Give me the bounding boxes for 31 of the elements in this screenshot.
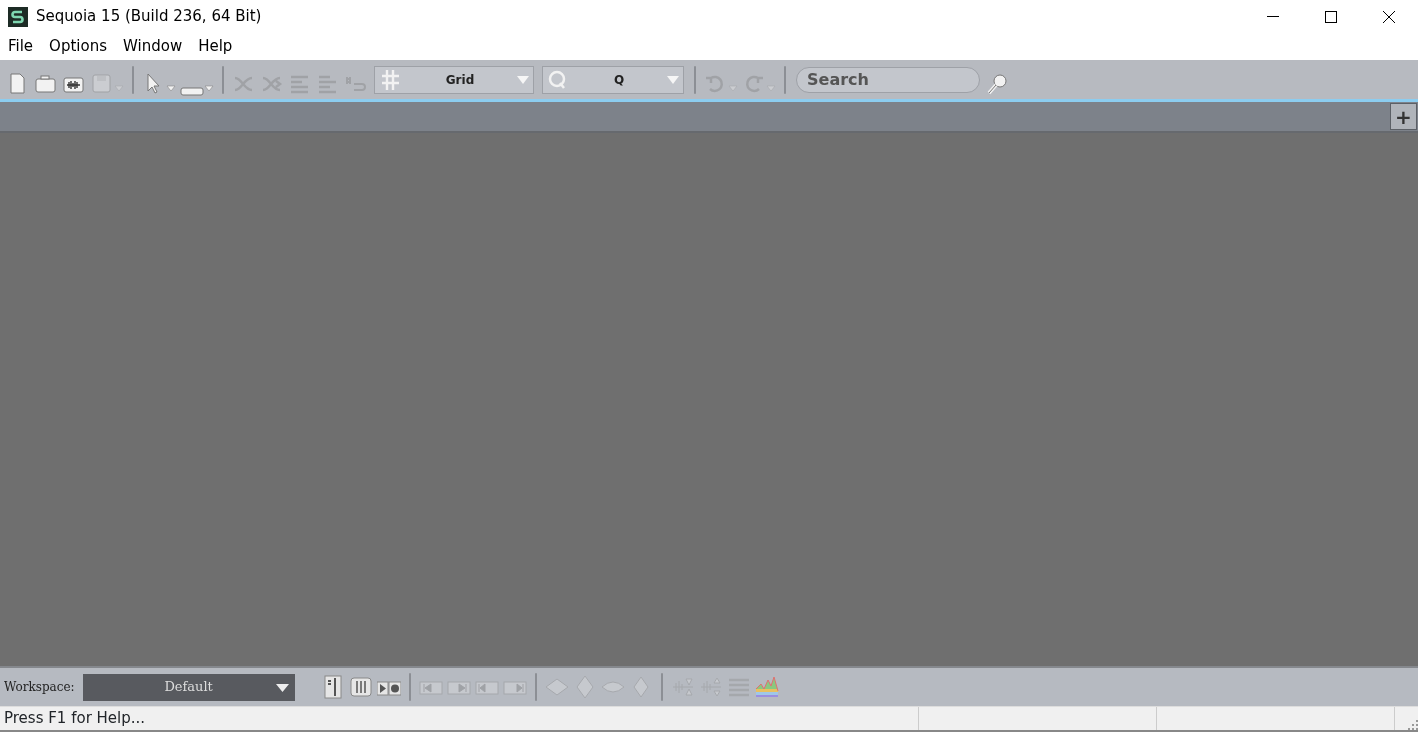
minimize-icon (1267, 16, 1279, 17)
caret-icon (728, 84, 738, 92)
caret-icon (766, 84, 776, 92)
caret-icon (517, 75, 529, 84)
caret-icon (667, 75, 679, 84)
resize-grip-icon (1408, 720, 1418, 730)
floppy-disk-icon (90, 71, 114, 96)
status-message: Press F1 for Help... (3, 708, 147, 730)
caret-icon (275, 683, 289, 692)
search-icon (986, 71, 1010, 96)
window-title: Sequoia 15 (Build 236, 64 Bit) (36, 6, 262, 28)
menu-item[interactable]: Help (190, 35, 241, 58)
wave-zoom-icon (698, 675, 723, 699)
dropdown[interactable]: Grid (374, 65, 534, 94)
workspace-dropdown[interactable]: Default (82, 673, 295, 701)
menu-item[interactable]: File (0, 35, 42, 58)
close-icon (1383, 10, 1395, 23)
wave-zoom-icon (670, 675, 695, 699)
maximize-icon (1325, 10, 1337, 23)
caret-icon (166, 84, 176, 92)
dropdown[interactable]: Q (542, 65, 684, 94)
add-tab-button[interactable]: + (1390, 103, 1417, 130)
app-logo-icon (8, 6, 28, 27)
menu-item[interactable]: Options (41, 35, 115, 58)
caret-icon (204, 84, 214, 92)
menu-item[interactable]: Window (115, 35, 191, 58)
workspace-label: Workspace: (4, 679, 75, 696)
search-field[interactable]: Search (796, 66, 980, 93)
spectrum-icon (754, 675, 779, 699)
slider-icon (348, 675, 373, 699)
caret-icon (114, 84, 124, 92)
